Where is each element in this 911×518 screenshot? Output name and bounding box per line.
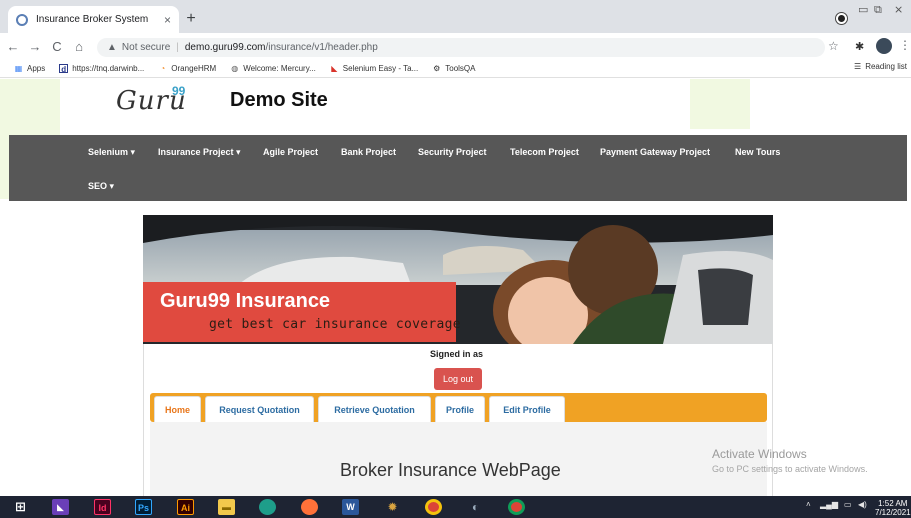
address-bar[interactable]: ▲ Not secure | demo.guru99.com /insuranc… <box>97 38 825 57</box>
logout-button[interactable]: Log out <box>434 368 482 390</box>
reading-list-icon: ☰ <box>854 62 862 71</box>
tab-home[interactable]: Home <box>154 396 201 422</box>
signed-in-label: Signed in as <box>430 349 484 359</box>
profile-avatar[interactable] <box>876 38 892 54</box>
site-menubar <box>9 135 907 201</box>
new-tab-button[interactable]: + <box>182 10 200 28</box>
bookmark-label: Selenium Easy - Ta... <box>342 64 419 73</box>
extensions-icon[interactable]: ✱ <box>855 40 864 53</box>
tab-request-quotation[interactable]: Request Quotation <box>205 396 314 422</box>
menu-payment-gateway-project[interactable]: Payment Gateway Project <box>600 147 710 157</box>
bookmark-label: OrangeHRM <box>171 64 217 73</box>
indesign-icon[interactable]: Id <box>94 499 111 515</box>
close-window-icon[interactable]: ⨯ <box>894 3 903 17</box>
warning-icon: ▲ <box>107 42 117 53</box>
tab-pane-home <box>150 422 767 496</box>
bookmark-orangehrm[interactable]: ◔ OrangeHRM <box>158 64 216 73</box>
menu-kebab-icon[interactable]: ⋮ <box>899 38 911 52</box>
visual-studio-icon[interactable]: ◣ <box>52 499 69 515</box>
apps-icon: ▦ <box>14 64 23 73</box>
tab-profile[interactable]: Profile <box>435 396 485 422</box>
bookmark-star-icon[interactable]: ☆ <box>828 39 839 53</box>
app-gear-icon[interactable]: ✹ <box>384 499 401 515</box>
d-icon: d <box>59 64 69 74</box>
bookmark-label: Apps <box>27 64 46 73</box>
reload-icon[interactable]: C <box>48 39 66 54</box>
pane-heading: Broker Insurance WebPage <box>340 460 561 480</box>
logo-superscript: 99 <box>172 84 186 98</box>
back-icon[interactable]: ← <box>4 39 22 54</box>
globe-icon: ◍ <box>231 64 239 73</box>
bookmark-apps[interactable]: ▦ Apps <box>14 64 46 73</box>
bookmark-label: https://tnq.darwinb... <box>72 64 145 73</box>
tray-chevron-icon[interactable]: ˄ <box>806 500 811 509</box>
record-indicator-icon <box>836 13 847 24</box>
network-icon[interactable]: ▂▄▆ <box>820 500 838 509</box>
url-path: /insurance/v1/header.php <box>265 42 378 53</box>
menu-new-tours[interactable]: New Tours <box>735 147 780 157</box>
gear-icon: ⚙ <box>433 64 441 73</box>
edge-icon[interactable] <box>259 499 276 515</box>
reading-list-label: Reading list <box>865 62 907 71</box>
menu-telecom-project[interactable]: Telecom Project <box>510 147 579 157</box>
volume-icon[interactable]: ◀) <box>858 500 867 509</box>
address-separator: | <box>176 42 179 53</box>
windows-start-icon[interactable]: ⊞ <box>12 499 29 515</box>
banner-brand: Guru99 Insurance <box>160 290 331 312</box>
banner-tagline: get best car insurance coverage <box>209 317 461 332</box>
minimize-icon[interactable]: ▭ <box>858 3 868 17</box>
menu-seo[interactable]: SEO ▾ <box>88 181 114 192</box>
url-host: demo.guru99.com <box>184 42 266 53</box>
clock-time: 1:52 AM <box>878 499 908 508</box>
activate-windows-subtitle: Go to PC settings to activate Windows. <box>712 464 868 474</box>
menu-bank-project[interactable]: Bank Project <box>341 147 396 157</box>
tab-edit-profile[interactable]: Edit Profile <box>489 396 565 422</box>
tab-retrieve-quotation[interactable]: Retrieve Quotation <box>318 396 431 422</box>
selenium-icon: ◣ <box>331 64 338 73</box>
bookmark-selenium-easy[interactable]: ◣ Selenium Easy - Ta... <box>330 64 418 73</box>
bookmark-toolsqa[interactable]: ⚙ ToolsQA <box>432 64 475 73</box>
security-label: Not secure <box>121 42 171 53</box>
menu-selenium[interactable]: Selenium ▾ <box>88 147 135 158</box>
orangehrm-icon: ◔ <box>160 64 166 73</box>
firefox-icon[interactable] <box>301 499 318 515</box>
word-icon[interactable]: W <box>342 499 359 515</box>
home-icon[interactable]: ⌂ <box>70 39 88 54</box>
clock-date: 7/12/2021 <box>875 508 911 517</box>
chrome-icon[interactable] <box>425 499 442 515</box>
bookmarks-bar: ▦ Apps d https://tnq.darwinb... ◔ Orange… <box>0 60 911 78</box>
chrome-alt-icon[interactable] <box>508 499 525 515</box>
bookmark-darwinbox[interactable]: d https://tnq.darwinb... <box>59 64 145 74</box>
site-favicon-icon <box>16 13 28 26</box>
activate-windows-title: Activate Windows <box>712 447 807 461</box>
bookmark-label: Welcome: Mercury... <box>243 64 316 73</box>
menu-security-project[interactable]: Security Project <box>418 147 487 157</box>
photoshop-icon[interactable]: Ps <box>135 499 152 515</box>
background-decoration <box>690 79 750 129</box>
file-explorer-icon[interactable]: ▬ <box>218 499 235 515</box>
menu-insurance-project[interactable]: Insurance Project ▾ <box>158 147 241 158</box>
bookmark-mercury[interactable]: ◍ Welcome: Mercury... <box>230 64 316 73</box>
bookmark-label: ToolsQA <box>445 64 476 73</box>
reading-list-button[interactable]: ☰ Reading list <box>854 62 907 71</box>
illustrator-icon[interactable]: Ai <box>177 499 194 515</box>
site-title: Demo Site <box>230 89 328 111</box>
tab-title: Insurance Broker System <box>36 14 149 25</box>
browser-tab[interactable]: Insurance Broker System × <box>8 6 179 33</box>
menu-agile-project[interactable]: Agile Project <box>263 147 318 157</box>
battery-icon[interactable]: ▭ <box>844 500 852 509</box>
taskbar-clock[interactable]: 1:52 AM 7/12/2021 <box>875 499 911 517</box>
paint-icon[interactable]: ◐ <box>467 499 484 515</box>
restore-icon[interactable]: ⧉ <box>874 3 882 17</box>
tab-close-icon[interactable]: × <box>164 13 171 27</box>
forward-icon[interactable]: → <box>26 39 44 54</box>
